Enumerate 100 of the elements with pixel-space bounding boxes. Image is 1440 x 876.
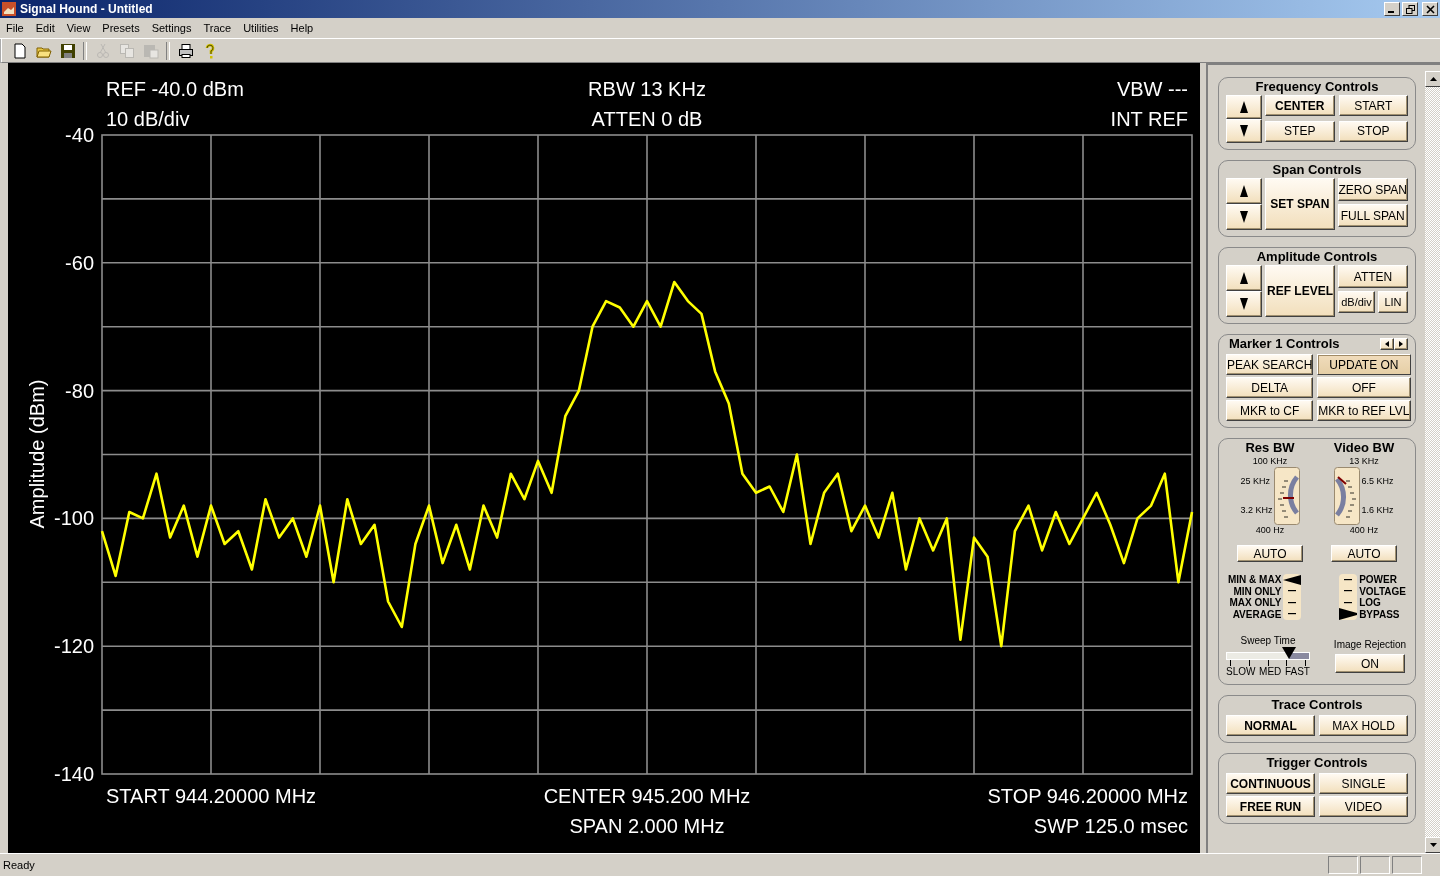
amplitude-button[interactable]: LIN: [1378, 291, 1408, 313]
frequency-button[interactable]: START: [1338, 95, 1408, 116]
display-reading: SWP 125.0 msec: [1033, 814, 1188, 839]
previous-marker-button[interactable]: [1380, 338, 1394, 350]
setting-label: Image Rejection: [1333, 638, 1407, 651]
step-up-button[interactable]: [1226, 178, 1262, 204]
menu-item[interactable]: File: [0, 22, 30, 34]
down-arrow-icon: [1239, 297, 1249, 311]
frequency-button[interactable]: CENTER: [1265, 95, 1335, 116]
close-button[interactable]: [1422, 2, 1438, 16]
menu-item[interactable]: View: [60, 22, 97, 34]
image-rejection-button[interactable]: ON: [1335, 654, 1405, 673]
group-title: Frequency Controls: [1254, 79, 1380, 95]
frequency-button[interactable]: STEP: [1265, 120, 1335, 142]
display-reading: START 944.20000 MHz: [106, 784, 318, 809]
scale-label: 6.5 KHz: [1361, 476, 1394, 487]
group-title: Trigger Controls: [1265, 755, 1369, 771]
status-pane: [1360, 856, 1390, 874]
option-label: LOG: [1359, 597, 1382, 609]
option-label: POWER: [1359, 574, 1398, 586]
option-label: MIN ONLY: [1233, 585, 1282, 597]
scroll-down-button[interactable]: [1425, 837, 1440, 853]
auto-button[interactable]: AUTO: [1331, 545, 1397, 562]
amplitude-button[interactable]: ATTEN: [1338, 265, 1408, 288]
option-label: AVERAGE: [1232, 608, 1282, 620]
amplitude-button[interactable]: REF LEVEL: [1265, 265, 1335, 317]
group-title: Amplitude Controls: [1255, 249, 1379, 265]
group-title: Res BW: [1245, 440, 1295, 456]
left-arrow-icon: [1385, 341, 1389, 347]
up-arrow-icon: [1239, 100, 1249, 114]
up-arrow-icon: [1239, 271, 1249, 285]
down-arrow-icon: [1239, 210, 1249, 224]
frequency-button[interactable]: STOP: [1338, 120, 1408, 142]
slider-label: SLOW: [1226, 666, 1256, 678]
trigger-button[interactable]: CONTINUOUS: [1226, 773, 1315, 794]
auto-button[interactable]: AUTO: [1237, 545, 1303, 562]
up-arrow-icon: [1429, 77, 1437, 81]
amplitude-button[interactable]: dB/div: [1338, 291, 1375, 313]
slider-title: Sweep Time: [1239, 634, 1297, 647]
marker-button[interactable]: MKR to REF LVL: [1317, 400, 1411, 421]
scale-label: 3.2 KHz: [1240, 505, 1273, 516]
step-down-button[interactable]: [1226, 119, 1262, 143]
option-label: BYPASS: [1359, 608, 1401, 620]
option-label: VOLTAGE: [1359, 585, 1406, 597]
slider-label: MED: [1259, 666, 1282, 678]
axis-tick-label: -100: [53, 507, 94, 530]
group-title: Video BW: [1333, 440, 1395, 456]
step-up-button[interactable]: [1226, 265, 1262, 291]
menu-item[interactable]: Edit: [29, 22, 61, 34]
selector-switch[interactable]: [1283, 574, 1302, 620]
display-reading: SPAN 2.000 MHz: [569, 814, 725, 839]
menu-item[interactable]: Utilities: [237, 22, 285, 34]
next-marker-button[interactable]: [1394, 338, 1408, 350]
trigger-button[interactable]: VIDEO: [1319, 796, 1408, 817]
span-button[interactable]: ZERO SPAN: [1337, 178, 1408, 201]
display-reading: VBW ---: [1116, 77, 1188, 102]
bandwidth-dial[interactable]: [1273, 467, 1300, 525]
minimize-button[interactable]: [1384, 2, 1400, 16]
option-label: MAX ONLY: [1229, 597, 1282, 609]
axis-tick-label: -140: [53, 763, 94, 781]
scale-label: 1.6 KHz: [1361, 505, 1394, 516]
display-reading: ATTEN 0 dB: [591, 107, 703, 132]
menu-item[interactable]: Help: [284, 22, 320, 34]
marker-button[interactable]: OFF: [1317, 377, 1411, 398]
trace-button[interactable]: NORMAL: [1226, 715, 1315, 736]
restore-icon: [1405, 4, 1415, 14]
menu-item[interactable]: Settings: [145, 22, 198, 34]
up-arrow-icon: [1239, 184, 1249, 198]
axis-tick-label: -80: [65, 379, 94, 402]
display-reading: INT REF: [1110, 107, 1188, 132]
trigger-button[interactable]: SINGLE: [1319, 773, 1408, 794]
span-button[interactable]: FULL SPAN: [1337, 204, 1408, 227]
status-pane: [1328, 856, 1358, 874]
status-pane: [1392, 856, 1422, 874]
sweep-slider[interactable]: [1226, 647, 1310, 660]
axis-tick-label: -60: [65, 251, 94, 274]
scale-label: 25 KHz: [1240, 476, 1271, 487]
scroll-up-button[interactable]: [1425, 71, 1440, 87]
slider-thumb[interactable]: [1282, 647, 1296, 659]
bandwidth-dial[interactable]: [1334, 467, 1361, 525]
axis-tick-label: -120: [53, 635, 94, 658]
span-button[interactable]: SET SPAN: [1265, 178, 1335, 230]
marker-button[interactable]: UPDATE ON: [1317, 354, 1411, 375]
step-down-button[interactable]: [1226, 291, 1262, 317]
selector-switch[interactable]: [1339, 574, 1358, 620]
marker-button[interactable]: DELTA: [1226, 377, 1314, 398]
trigger-button[interactable]: FREE RUN: [1226, 796, 1315, 817]
step-down-button[interactable]: [1226, 204, 1262, 230]
axis-tick-label: -40: [65, 126, 94, 146]
close-icon: [1425, 4, 1435, 14]
window-title: Signal Hound - Untitled: [20, 2, 153, 16]
marker-button[interactable]: MKR to CF: [1226, 400, 1314, 421]
step-up-button[interactable]: [1226, 95, 1262, 119]
status-text: Ready: [2, 859, 36, 871]
marker-button[interactable]: PEAK SEARCH: [1226, 354, 1314, 375]
menu-item[interactable]: Presets: [96, 22, 146, 34]
minimize-icon: [1388, 11, 1394, 13]
menu-item[interactable]: Trace: [197, 22, 238, 34]
trace-button[interactable]: MAX HOLD: [1319, 715, 1408, 736]
restore-button[interactable]: [1402, 2, 1418, 16]
